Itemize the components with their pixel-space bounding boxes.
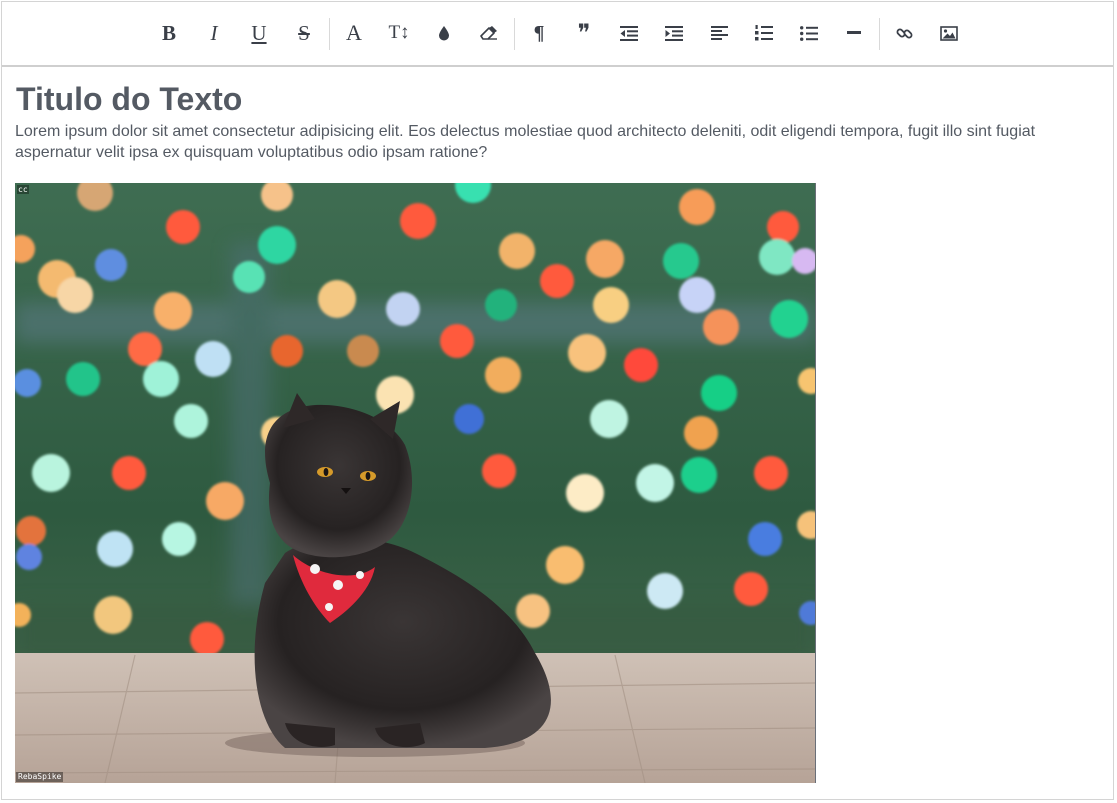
rich-text-editor: B I U S A T↕ ¶ ❞ Titulo do Texto Lorem i… [1, 1, 1114, 800]
quote-icon[interactable]: ❞ [567, 16, 601, 50]
document-paragraph[interactable]: Lorem ipsum dolor sit amet consectetur a… [15, 121, 1100, 163]
link-icon[interactable] [887, 16, 921, 50]
outdent-icon[interactable] [612, 16, 646, 50]
toolbar-divider [329, 18, 330, 50]
font-icon[interactable]: A [337, 16, 371, 50]
text-height-icon[interactable]: T↕ [382, 16, 416, 50]
color-drop-icon[interactable] [427, 16, 461, 50]
underline-icon[interactable]: U [242, 16, 276, 50]
image-watermark-cc: cc [17, 185, 29, 194]
image-icon[interactable] [932, 16, 966, 50]
editor-content-area[interactable]: Titulo do Texto Lorem ipsum dolor sit am… [2, 67, 1113, 799]
toolbar-divider [514, 18, 515, 50]
indent-icon[interactable] [657, 16, 691, 50]
align-left-icon[interactable] [702, 16, 736, 50]
cat-photo[interactable]: cc RebaSpike [15, 183, 816, 783]
document-title[interactable]: Titulo do Texto [16, 81, 242, 117]
unordered-list-icon[interactable] [792, 16, 826, 50]
bold-icon[interactable]: B [152, 16, 186, 50]
horizontal-rule-icon[interactable] [837, 16, 871, 50]
ordered-list-icon[interactable] [747, 16, 781, 50]
eraser-icon[interactable] [472, 16, 506, 50]
toolbar-divider [879, 18, 880, 50]
italic-icon[interactable]: I [197, 16, 231, 50]
image-credit-watermark: RebaSpike [16, 772, 64, 782]
strikethrough-icon[interactable]: S [287, 16, 321, 50]
editor-toolbar: B I U S A T↕ ¶ ❞ [2, 2, 1113, 67]
cat-photo-illustration [15, 183, 815, 783]
paragraph-icon[interactable]: ¶ [522, 16, 556, 50]
